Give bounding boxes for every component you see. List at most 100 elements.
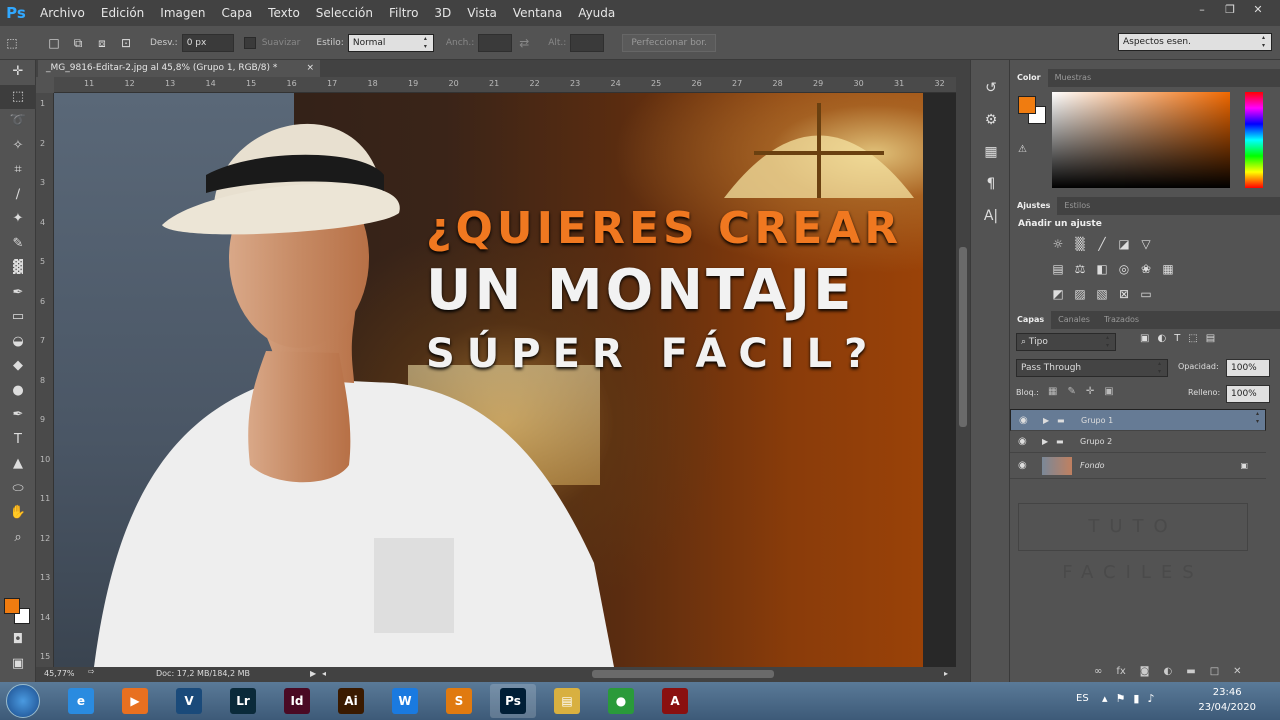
intersect-selection-icon[interactable]: ⊡ <box>116 33 136 53</box>
system-clock[interactable]: 23:46 23/04/2020 <box>1198 685 1256 715</box>
menu-vista[interactable]: Vista <box>459 0 505 26</box>
brightness-icon[interactable]: ☼ <box>1050 236 1066 252</box>
scroll-left-icon[interactable]: ◂ <box>322 669 326 678</box>
filter-type-icon[interactable]: T <box>1174 333 1180 344</box>
tab-adjustments[interactable]: Ajustes <box>1010 197 1058 215</box>
layer-row[interactable]: ◉ ▶ ▬ Grupo 2 <box>1010 431 1266 453</box>
character-panel-icon[interactable]: A| <box>971 200 1011 232</box>
color-picker-field[interactable] <box>1052 92 1230 188</box>
levels-icon[interactable]: ▒ <box>1072 236 1088 252</box>
scroll-right-icon[interactable]: ▸ <box>944 669 948 678</box>
foreground-color-swatch[interactable] <box>4 598 20 614</box>
hue-saturation-icon[interactable]: ▤ <box>1050 261 1066 277</box>
document-tab[interactable]: _MG_9816-Editar-2.jpg al 45,8% (Grupo 1,… <box>38 60 320 77</box>
swap-icon[interactable]: ⇄ <box>514 33 534 53</box>
menu-3d[interactable]: 3D <box>426 0 459 26</box>
lock-transparent-icon[interactable]: ▦ <box>1048 386 1057 397</box>
volume-icon[interactable]: ♪ <box>1147 692 1154 705</box>
subtract-selection-icon[interactable]: ⧈ <box>92 33 112 53</box>
expand-arrow-icon[interactable]: ▶ <box>1043 410 1049 432</box>
history-brush-tool-icon[interactable]: ✒ <box>0 281 36 306</box>
paint-bucket-tool-icon[interactable]: ◒ <box>0 330 36 355</box>
language-indicator[interactable]: ES <box>1076 693 1089 704</box>
menu-edicion[interactable]: Edición <box>93 0 152 26</box>
blend-mode-select[interactable]: Pass Through <box>1016 359 1168 377</box>
link-layers-icon[interactable]: ∞ <box>1094 666 1102 677</box>
lock-position-icon[interactable]: ✛ <box>1086 386 1094 397</box>
new-adjustment-icon[interactable]: ◐ <box>1164 666 1173 677</box>
exposure-icon[interactable]: ◪ <box>1116 236 1132 252</box>
layer-row[interactable]: ◉ ▶ ▬ Grupo 1 <box>1010 409 1266 431</box>
delete-layer-icon[interactable]: ✕ <box>1233 666 1241 677</box>
zoom-tool-icon[interactable]: ⌕ <box>0 526 36 551</box>
zoom-level[interactable]: 45,77% <box>44 669 75 678</box>
ellipse-tool-icon[interactable]: ⬭ <box>0 477 36 502</box>
selective-color-icon[interactable]: ⊠ <box>1116 286 1132 302</box>
quick-mask-icon[interactable]: ◘ <box>0 628 36 653</box>
invert-icon[interactable]: ◩ <box>1050 286 1066 302</box>
opacity-input[interactable]: 100% <box>1226 359 1270 377</box>
menu-imagen[interactable]: Imagen <box>152 0 213 26</box>
anti-alias-checkbox[interactable] <box>243 36 256 49</box>
quick-selection-tool-icon[interactable]: ✧ <box>0 134 36 159</box>
history-panel-icon[interactable]: ↺ <box>971 72 1011 104</box>
tab-layers[interactable]: Capas <box>1010 311 1052 329</box>
threshold-icon[interactable]: ▧ <box>1094 286 1110 302</box>
posterize-icon[interactable]: ▨ <box>1072 286 1088 302</box>
filter-shape-icon[interactable]: ⬚ <box>1188 333 1197 344</box>
filter-pixel-icon[interactable]: ▣ <box>1140 333 1149 344</box>
taskbar-media-player[interactable]: ▶ <box>112 684 158 718</box>
pen-tool-icon[interactable]: ✒ <box>0 403 36 428</box>
hand-tool-icon[interactable]: ✋ <box>0 501 36 526</box>
taskbar-indesign[interactable]: Id <box>274 684 320 718</box>
menu-archivo[interactable]: Archivo <box>32 0 93 26</box>
feather-input[interactable]: 0 px <box>181 33 234 52</box>
eyedropper-tool-icon[interactable]: ∕ <box>0 183 36 208</box>
curves-icon[interactable]: ╱ <box>1094 236 1110 252</box>
paragraph-panel-icon[interactable]: ¶ <box>971 168 1011 200</box>
expand-arrow-icon[interactable]: ▶ <box>1042 431 1048 453</box>
new-group-icon[interactable]: ▬ <box>1186 666 1195 677</box>
new-selection-icon[interactable]: □ <box>44 33 64 53</box>
panel-foreground-swatch[interactable] <box>1018 96 1036 114</box>
status-arrow-icon[interactable]: ▶ <box>310 669 316 678</box>
vibrance-icon[interactable]: ▽ <box>1138 236 1154 252</box>
taskbar-sublime[interactable]: S <box>436 684 482 718</box>
taskbar-internet-explorer[interactable]: e <box>58 684 104 718</box>
menu-ayuda[interactable]: Ayuda <box>570 0 623 26</box>
taskbar-file-explorer[interactable]: ▤ <box>544 684 590 718</box>
lasso-tool-icon[interactable]: ➰ <box>0 109 36 134</box>
refine-edge-button[interactable]: Perfeccionar bor. <box>622 33 717 52</box>
gradient-map-icon[interactable]: ▭ <box>1138 286 1154 302</box>
visibility-eye-icon[interactable]: ◉ <box>1018 431 1027 453</box>
color-lookup-icon[interactable]: ▦ <box>1160 261 1176 277</box>
filter-adjustment-icon[interactable]: ◐ <box>1157 333 1166 344</box>
black-white-icon[interactable]: ◧ <box>1094 261 1110 277</box>
menu-texto[interactable]: Texto <box>260 0 308 26</box>
marquee-tool-icon[interactable]: ⬚ <box>0 84 36 109</box>
hue-slider[interactable] <box>1245 92 1263 188</box>
layer-row[interactable]: ◉ Fondo ▣ <box>1010 453 1266 479</box>
canvas[interactable]: ¿QUIERES CREAR UN MONTAJE SÚPER FÁCIL? <box>54 93 956 667</box>
close-document-icon[interactable]: × <box>306 60 314 77</box>
visibility-eye-icon[interactable]: ◉ <box>1019 410 1028 432</box>
action-center-icon[interactable]: ⚑ <box>1116 692 1126 705</box>
gamut-warning-icon[interactable]: ⚠ <box>1018 144 1027 155</box>
close-button[interactable]: ✕ <box>1246 2 1270 18</box>
blur-tool-icon[interactable]: ◆ <box>0 354 36 379</box>
fill-input[interactable]: 100% <box>1226 385 1270 403</box>
vertical-scroll-thumb[interactable] <box>959 247 967 427</box>
tab-swatches[interactable]: Muestras <box>1048 69 1099 87</box>
healing-brush-tool-icon[interactable]: ✦ <box>0 207 36 232</box>
dodge-tool-icon[interactable]: ● <box>0 379 36 404</box>
taskbar-vegas[interactable]: V <box>166 684 212 718</box>
lock-all-icon[interactable]: ▣ <box>1104 386 1113 397</box>
brush-tool-icon[interactable]: ✎ <box>0 232 36 257</box>
screen-mode-icon[interactable]: ▣ <box>0 652 36 677</box>
menu-seleccion[interactable]: Selección <box>308 0 381 26</box>
network-icon[interactable]: ▮ <box>1133 692 1139 705</box>
visibility-eye-icon[interactable]: ◉ <box>1018 453 1027 479</box>
tab-color[interactable]: Color <box>1010 69 1048 87</box>
tab-channels[interactable]: Canales <box>1051 311 1097 329</box>
filter-smart-object-icon[interactable]: ▤ <box>1206 333 1215 344</box>
